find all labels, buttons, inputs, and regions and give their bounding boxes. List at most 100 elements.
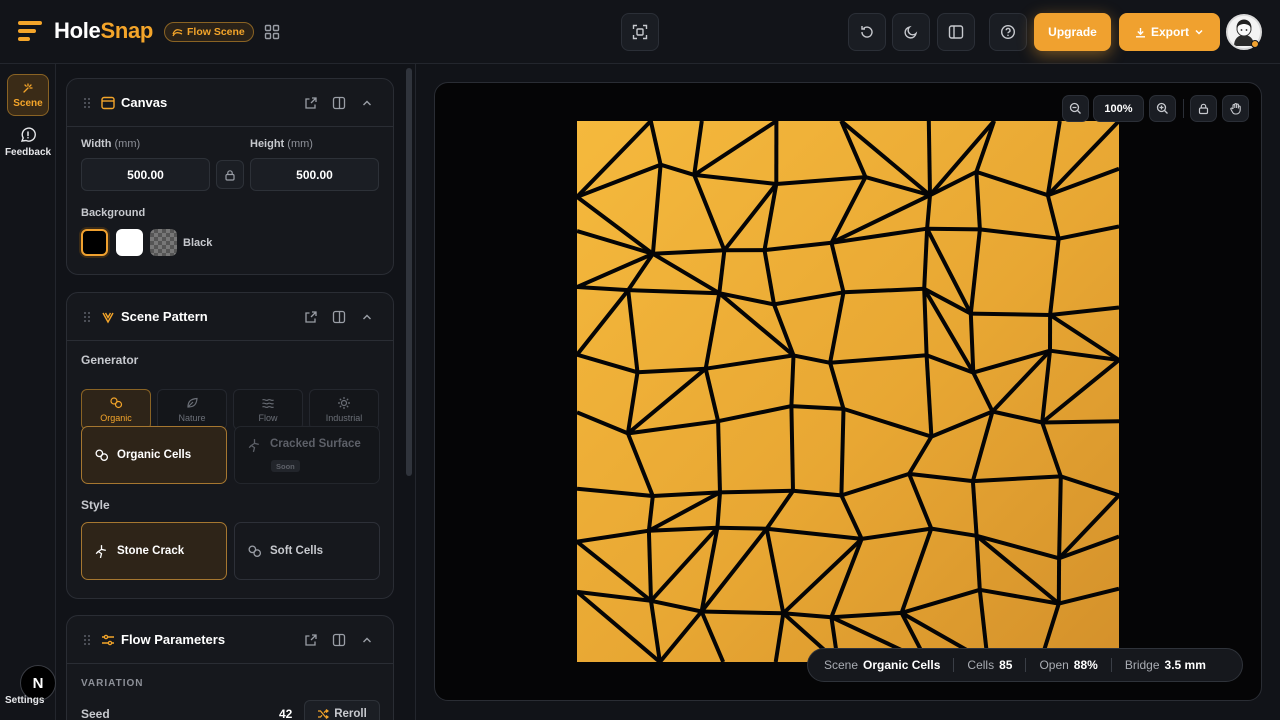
external-link-icon[interactable] (304, 310, 318, 324)
cell-edge (715, 492, 722, 528)
cell-edge (701, 609, 784, 616)
generator-industrial[interactable]: Industrial (309, 389, 379, 430)
flow-card-header[interactable]: Flow Parameters (67, 616, 393, 664)
style-stone-crack[interactable]: Stone Crack (81, 522, 227, 580)
moon-icon (904, 25, 918, 39)
focus-frame-icon (632, 24, 648, 40)
status-bridge-label: Bridge (1124, 658, 1160, 672)
lock-canvas-button[interactable] (1190, 95, 1217, 122)
swatch-white[interactable] (116, 229, 143, 256)
pattern-cracked-surface[interactable]: Cracked Surface Soon (234, 426, 380, 484)
message-circle-icon (20, 127, 36, 142)
background-selected-label: Black (183, 237, 213, 249)
download-icon (1135, 27, 1145, 37)
cell-edge (839, 408, 846, 496)
help-button[interactable] (989, 13, 1027, 51)
cell-edge (717, 525, 767, 531)
scene-card-header[interactable]: Scene Pattern (67, 293, 393, 341)
pattern-organic-cells[interactable]: Organic Cells (81, 426, 227, 484)
variation-section-label: VARIATION (81, 678, 144, 689)
sidebar-icon (948, 25, 964, 39)
status-divider (1110, 658, 1112, 672)
style-soft-cells[interactable]: Soft Cells (234, 522, 380, 580)
generator-nature[interactable]: Nature (157, 389, 227, 430)
cell-edge (927, 226, 980, 232)
panel-scrollbar[interactable] (406, 68, 412, 476)
status-cells-value: 85 (999, 658, 1013, 672)
card-title: Flow Parameters (121, 632, 226, 647)
cell-edge (789, 355, 796, 407)
card-title: Canvas (121, 95, 168, 110)
help-circle-icon (1000, 24, 1016, 40)
rail-feedback[interactable]: Feedback (5, 121, 51, 163)
canvas-card-header[interactable]: Canvas (67, 79, 393, 127)
lock-icon (1198, 103, 1209, 115)
chevron-up-icon[interactable] (360, 96, 374, 110)
seed-value: 42 (279, 707, 293, 720)
soon-badge: Soon (271, 460, 300, 472)
sparkle-icon (23, 83, 33, 93)
zoom-level[interactable]: 100% (1093, 95, 1144, 122)
toggle-sidebar-button[interactable] (937, 13, 975, 51)
drag-handle-icon[interactable] (83, 97, 91, 109)
drag-handle-icon[interactable] (83, 634, 91, 646)
menu-logo-icon[interactable] (18, 21, 42, 41)
theme-toggle-button[interactable] (892, 13, 930, 51)
flow-icon (172, 28, 183, 36)
height-input[interactable]: 500.00 (250, 158, 379, 191)
chevron-up-icon[interactable] (360, 633, 374, 647)
pan-hand-button[interactable] (1222, 95, 1249, 122)
style-label: Style (81, 498, 110, 512)
generator-flow[interactable]: Flow (233, 389, 303, 430)
zoom-out-icon (1069, 102, 1081, 114)
status-cells-label: Cells (967, 658, 995, 672)
external-link-icon[interactable] (304, 633, 318, 647)
leaf-icon (187, 397, 198, 408)
zoom-in-icon (1156, 102, 1168, 114)
panel-split-icon[interactable] (332, 96, 346, 110)
background-label: Background (81, 207, 146, 219)
panel-split-icon[interactable] (332, 310, 346, 324)
fit-view-button[interactable] (621, 13, 659, 51)
zoom-in-button[interactable] (1149, 95, 1176, 122)
status-dot (1251, 40, 1259, 48)
drag-handle-icon[interactable] (83, 311, 91, 323)
cog-icon (338, 397, 350, 409)
export-button[interactable]: Export (1119, 13, 1220, 51)
rail-settings-label[interactable]: Settings (5, 695, 44, 706)
status-divider (953, 658, 955, 672)
waves-icon (262, 399, 274, 408)
mode-pill[interactable]: Flow Scene (164, 22, 254, 42)
upgrade-button[interactable]: Upgrade (1034, 13, 1111, 51)
organic-cells-icon (110, 397, 123, 409)
aspect-lock-button[interactable] (216, 160, 244, 189)
width-input[interactable]: 500.00 (81, 158, 210, 191)
status-bridge-value: 3.5 mm (1164, 658, 1206, 672)
artboard-preview[interactable] (577, 121, 1119, 662)
chevron-up-icon[interactable] (360, 310, 374, 324)
swatch-transparent[interactable] (150, 229, 177, 256)
scene-pattern-card: Scene Pattern Generator Organic Nature F… (66, 292, 394, 599)
reroll-button[interactable]: Reroll (304, 700, 380, 720)
external-link-icon[interactable] (304, 96, 318, 110)
reset-button[interactable] (848, 13, 886, 51)
sliders-icon (102, 634, 114, 646)
zoom-out-button[interactable] (1062, 95, 1089, 122)
generator-organic[interactable]: Organic (81, 389, 151, 430)
swatch-black[interactable] (81, 229, 108, 256)
cell-edge (719, 488, 794, 495)
pattern-icon (102, 312, 114, 324)
status-bar: Scene Organic Cells Cells 85 Open 88% Br… (807, 648, 1243, 682)
card-title: Scene Pattern (121, 309, 208, 324)
cell-edge (1042, 419, 1119, 425)
apps-grid-icon[interactable] (264, 24, 280, 40)
height-label: Height (mm) (250, 138, 313, 150)
canvas-frame-icon (101, 96, 115, 110)
organic-cells-icon (95, 449, 109, 461)
top-bar: HoleSnap Flow Scene Upgrade Export (0, 0, 1280, 64)
cell-edge (970, 311, 1051, 317)
cell-edge (968, 313, 976, 373)
cell-edge (716, 421, 722, 493)
panel-split-icon[interactable] (332, 633, 346, 647)
rail-scene[interactable]: Scene (7, 74, 49, 116)
